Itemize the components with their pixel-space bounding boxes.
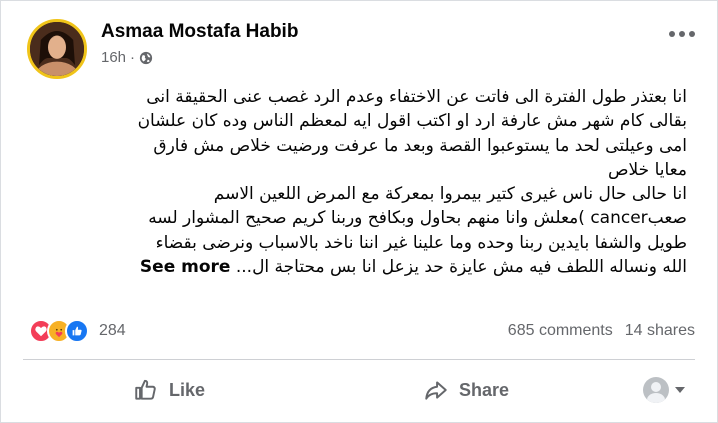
see-more-link[interactable]: See more: [140, 257, 231, 277]
post-text: انا بعتذر طول الفترة الى فاتت عن الاختفا…: [35, 85, 687, 279]
post-time[interactable]: 16h: [101, 49, 126, 66]
share-label: Share: [459, 379, 510, 400]
share-arrow-icon: [425, 381, 447, 400]
like-label: Like: [169, 379, 206, 400]
post-line: امى وعيلتى لحد ما يستوعبوا القصة وبعد ما…: [153, 135, 687, 156]
author-avatar[interactable]: [27, 19, 87, 79]
post-line: بقالى كام شهر مش عارفة ارد او اكتب اقول …: [137, 111, 687, 132]
more-options-icon[interactable]: [669, 31, 695, 37]
share-button[interactable]: Share: [423, 377, 509, 403]
shares-count-link[interactable]: 14 shares: [625, 322, 695, 340]
action-bar: Like Share: [23, 367, 695, 417]
post-line: انا بعتذر طول الفترة الى فاتت عن الاختفا…: [146, 87, 687, 107]
comments-count-link[interactable]: 685 comments: [508, 322, 613, 340]
profile-selector[interactable]: [643, 377, 685, 403]
post-meta: 16h ·: [101, 49, 153, 66]
post-line: طويل والشفا بايدين ربنا وحده وما علينا غ…: [155, 232, 687, 253]
reaction-summary[interactable]: 284: [29, 319, 126, 343]
post-line: انا حالى حال ناس غيرى كتير بيمروا بمعركة…: [213, 184, 687, 205]
author-name[interactable]: Asmaa Mostafa Habib: [101, 21, 298, 43]
post-line: الله ونساله اللطف فيه مش عايزة حد يزعل ا…: [235, 257, 687, 278]
default-avatar-icon: [643, 377, 669, 403]
reaction-count: 284: [99, 322, 126, 339]
like-icon: [65, 319, 89, 343]
globe-icon[interactable]: [139, 51, 153, 65]
like-button[interactable]: Like: [133, 377, 205, 403]
post-stats: 685 comments 14 shares: [508, 322, 695, 340]
divider: [23, 359, 695, 360]
post-line: معايا خلاص: [607, 159, 687, 180]
post-line: صعبcancer )معلش وانا منهم بحاول وبكافح و…: [148, 208, 687, 229]
chevron-down-icon: [675, 387, 685, 393]
facebook-post-card: Asmaa Mostafa Habib 16h · انا بعتذر طول …: [0, 0, 718, 423]
thumbs-up-icon: [135, 379, 156, 400]
post-line-last: الله ونساله اللطف فيه مش عايزة حد يزعل ا…: [35, 255, 687, 279]
time-separator: ·: [130, 49, 136, 66]
